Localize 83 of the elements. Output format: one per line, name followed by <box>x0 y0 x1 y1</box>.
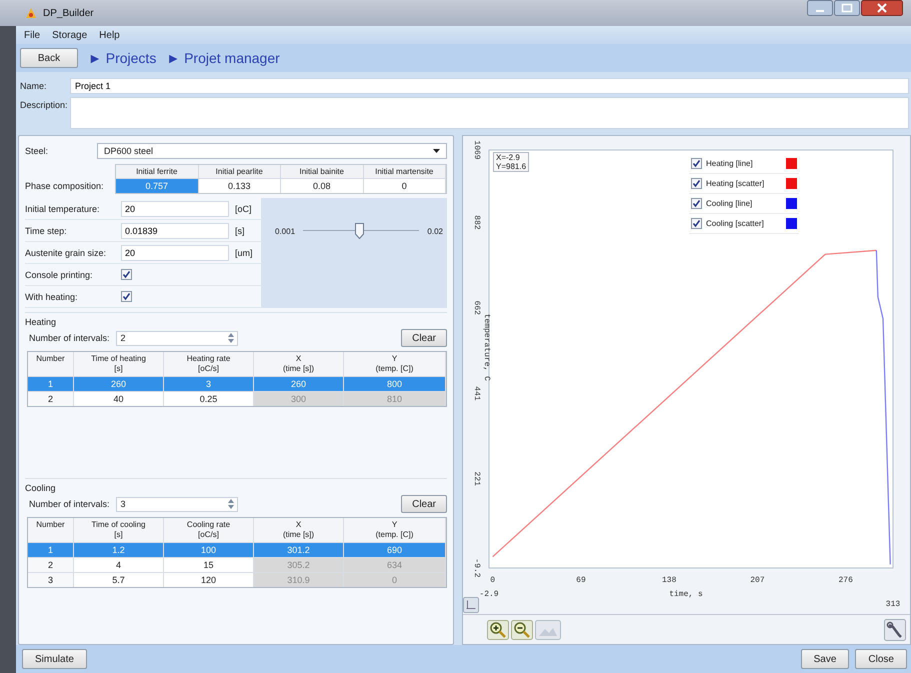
breadcrumb-link[interactable]: ► Projet manager <box>166 50 280 66</box>
column-header: Time of heating [s] <box>74 352 164 376</box>
x-tick-label: 138 <box>662 576 676 585</box>
column-header: Y (temp. [C]) <box>344 352 446 376</box>
intervals-label: Number of intervals: <box>29 499 110 509</box>
parameter-field[interactable]: 20 <box>121 244 229 260</box>
window-title: DP_Builder <box>43 8 94 18</box>
intervals-spinner[interactable]: 3 <box>116 496 238 512</box>
unit-label: [oC] <box>235 204 252 214</box>
column-header: Initial pearlite <box>198 165 281 178</box>
table-cell[interactable]: 120 <box>164 572 254 587</box>
table-cell[interactable]: 2 <box>28 557 74 572</box>
name-label: Name: <box>20 80 48 91</box>
x-axis-min-label: -2.9 <box>479 590 499 599</box>
legend-label: Heating [scatter] <box>706 179 766 188</box>
menu-item[interactable]: File <box>24 30 40 40</box>
column-header: Number <box>28 352 74 376</box>
intervals-label: Number of intervals: <box>29 333 110 343</box>
table-cell[interactable]: 15 <box>164 557 254 572</box>
y-tick-label: 662 <box>472 300 481 315</box>
parameter-label: With heating: <box>25 292 79 302</box>
clear-button[interactable]: Clear <box>401 329 447 347</box>
x-tick-label: 0 <box>490 576 496 585</box>
group-title: Heating <box>25 317 56 327</box>
column-header: Y (temp. [C]) <box>344 518 446 542</box>
intervals-spinner[interactable]: 2 <box>116 330 238 346</box>
y-axis-title: temperature, C <box>482 314 491 381</box>
column-header: Number <box>28 518 74 542</box>
column-header: X (time [s]) <box>254 518 344 542</box>
steel-dropdown[interactable]: DP600 steel <box>97 143 447 159</box>
unit-label: [um] <box>235 248 253 258</box>
column-header: Heating rate [oC/s] <box>164 352 254 376</box>
table-cell[interactable]: 5.7 <box>74 572 164 587</box>
x-axis-max-label: 313 <box>886 600 900 609</box>
simulate-button[interactable]: Simulate <box>22 649 87 669</box>
clear-button[interactable]: Clear <box>401 495 447 513</box>
legend-label: Heating [line] <box>706 159 754 168</box>
parameter-label: Time step: <box>25 226 68 236</box>
table-cell[interactable]: 0.25 <box>164 391 254 406</box>
breadcrumb-link[interactable]: ► Projects <box>88 50 156 66</box>
y-axis-min-label: -9.2 <box>472 558 481 578</box>
column-header: Initial ferrite <box>116 165 198 178</box>
description-label: Description: <box>20 99 69 110</box>
phase-composition-label: Phase composition: <box>25 181 105 193</box>
parameter-field[interactable]: 0.01839 <box>121 222 229 238</box>
steel-label: Steel: <box>25 146 50 156</box>
column-header: Time of cooling [s] <box>74 518 164 542</box>
table-cell[interactable]: 0.08 <box>281 178 364 193</box>
table-cell[interactable]: 40 <box>74 391 164 406</box>
unit-label: [s] <box>235 226 245 236</box>
menu-item[interactable]: Help <box>99 30 120 40</box>
legend-label: Cooling [scatter] <box>706 219 765 228</box>
table-cell[interactable]: 4 <box>74 557 164 572</box>
slider-min-label: 0.001 <box>275 226 296 236</box>
cursor-readout: X=-2.9 Y=981.6 <box>493 152 530 172</box>
close-button[interactable]: Close <box>855 649 907 669</box>
y-tick-label: 441 <box>472 386 481 401</box>
parameter-label: Initial temperature: <box>25 204 101 214</box>
x-tick-label: 207 <box>750 576 765 585</box>
column-header: X (time [s]) <box>254 352 344 376</box>
y-tick-label: 221 <box>472 472 481 486</box>
x-axis-title: time, s <box>669 590 703 599</box>
column-header: Cooling rate [oC/s] <box>164 518 254 542</box>
table-cell[interactable]: 0 <box>364 178 446 193</box>
slider-max-label: 0.02 <box>427 226 443 236</box>
x-tick-label: 69 <box>576 576 586 585</box>
table-cell[interactable]: 0.133 <box>198 178 281 193</box>
parameter-label: Console printing: <box>25 270 94 280</box>
x-tick-label: 276 <box>838 576 853 585</box>
y-axis-max-label: 1069 <box>472 140 481 160</box>
back-button[interactable]: Back <box>20 48 78 68</box>
name-field[interactable]: Project 1 <box>70 78 909 94</box>
column-header: Initial bainite <box>281 165 364 178</box>
save-button[interactable]: Save <box>800 649 850 669</box>
legend-label: Cooling [line] <box>706 199 754 208</box>
table-cell[interactable]: 2 <box>28 391 74 406</box>
column-header: Initial martensite <box>364 165 446 178</box>
parameter-label: Austenite grain size: <box>25 248 108 258</box>
y-tick-label: 882 <box>472 215 481 230</box>
menu-item[interactable]: Storage <box>52 30 88 40</box>
group-title: Cooling <box>25 483 56 493</box>
table-cell[interactable]: 3 <box>28 572 74 587</box>
parameter-field[interactable]: 20 <box>121 200 229 216</box>
